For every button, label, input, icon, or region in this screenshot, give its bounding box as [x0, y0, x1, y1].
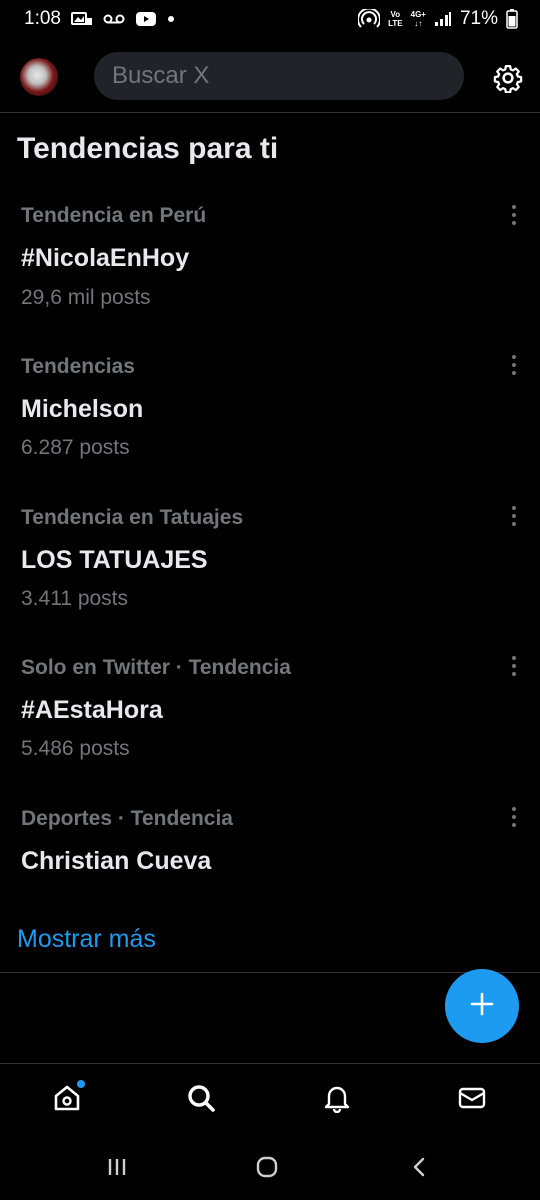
trend-context: Deportes · Tendencia [21, 807, 233, 830]
status-right: Vo LTE 4G+ ↓↑ 71% [358, 8, 518, 30]
trend-count: 29,6 mil posts [21, 286, 151, 309]
battery-percent: 71% [459, 8, 498, 29]
trend-count: 6.287 posts [21, 436, 130, 459]
trend-name: #AEstaHora [21, 696, 163, 724]
home-system-button[interactable] [252, 1154, 282, 1184]
volte-label-bottom: LTE [388, 19, 403, 28]
trend-count: 3.411 posts [21, 587, 129, 610]
compose-button[interactable] [445, 969, 519, 1043]
status-time: 1:08 [24, 8, 61, 29]
more-vertical-icon[interactable] [506, 656, 522, 676]
trend-name: LOS TATUAJES [21, 546, 208, 574]
status-bar: 1:08 Vo LTE 4G+ ↓↑ 71% [0, 0, 540, 40]
section-title: Tendencias para ti [17, 132, 279, 165]
network-type-icon: 4G+ ↓↑ [411, 10, 426, 28]
more-vertical-icon[interactable] [506, 355, 522, 375]
trend-context: Tendencias [21, 355, 135, 378]
trend-name: #NicolaEnHoy [21, 244, 190, 272]
home-circle-icon [255, 1155, 279, 1184]
plus-icon [469, 991, 495, 1022]
header-divider [0, 112, 540, 113]
nav-home[interactable] [49, 1080, 85, 1118]
more-vertical-icon[interactable] [506, 506, 522, 526]
voicemail-icon [103, 12, 125, 26]
home-icon [52, 1083, 82, 1118]
back-chevron-icon [408, 1156, 430, 1183]
system-nav-bar [0, 1140, 540, 1200]
avatar[interactable] [20, 58, 58, 96]
gear-icon[interactable] [492, 62, 524, 94]
battery-icon [506, 9, 518, 29]
trend-context: Tendencia en Perú [21, 204, 207, 227]
bell-icon [322, 1083, 352, 1118]
more-vertical-icon[interactable] [506, 807, 522, 827]
list-divider [0, 972, 540, 973]
search-input[interactable]: Buscar X [94, 52, 464, 100]
trend-context: Tendencia en Tatuajes [21, 506, 244, 529]
new-posts-dot [77, 1080, 85, 1088]
search-placeholder: Buscar X [112, 62, 210, 89]
trend-context: Solo en Twitter · Tendencia [21, 656, 291, 679]
more-vertical-icon[interactable] [506, 205, 522, 225]
status-left: 1:08 [24, 8, 175, 30]
gallery-notification-icon [70, 11, 93, 27]
search-icon [186, 1083, 216, 1118]
trend-name: Michelson [21, 395, 144, 423]
signal-icon [434, 11, 452, 27]
nav-messages[interactable] [454, 1082, 490, 1118]
top-header: Buscar X [0, 44, 540, 110]
recent-apps-icon [106, 1156, 128, 1183]
bottom-nav [0, 1064, 540, 1136]
youtube-icon [135, 11, 157, 27]
back-button[interactable] [404, 1154, 434, 1184]
volte-icon: Vo LTE [388, 10, 403, 28]
hotspot-icon [358, 9, 381, 29]
network-type-label: 4G+ [410, 10, 426, 19]
nav-search[interactable] [183, 1082, 219, 1118]
mail-icon [457, 1083, 487, 1118]
volte-label-top: Vo [390, 10, 401, 19]
nav-notifications[interactable] [319, 1082, 355, 1118]
show-more-link[interactable]: Mostrar más [17, 925, 156, 954]
trend-count: 5.486 posts [21, 737, 130, 760]
data-arrows-icon: ↓↑ [414, 19, 423, 28]
recent-apps-button[interactable] [102, 1154, 132, 1184]
notification-dot-icon [167, 15, 175, 23]
trend-name: Christian Cueva [21, 847, 212, 875]
